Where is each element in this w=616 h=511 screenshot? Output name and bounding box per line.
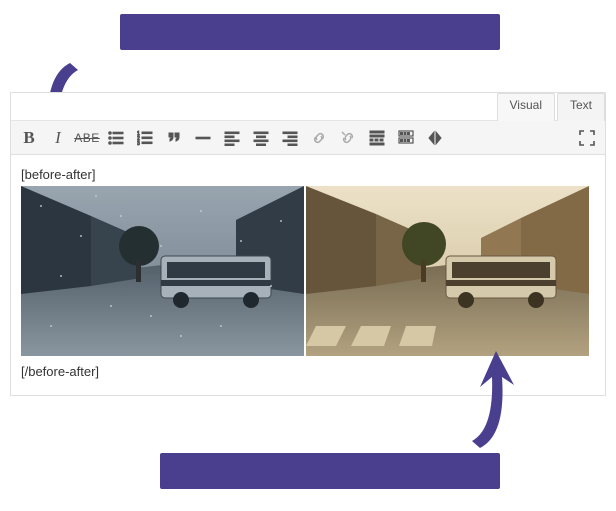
align-right-icon [282, 130, 298, 146]
svg-text:3: 3 [137, 141, 140, 146]
italic-button[interactable]: I [44, 124, 72, 152]
strikethrough-button[interactable]: ABE [73, 124, 101, 152]
insert-more-icon [369, 130, 385, 146]
bold-button[interactable]: B [15, 124, 43, 152]
bullet-list-button[interactable] [102, 124, 130, 152]
insert-more-button[interactable] [363, 124, 391, 152]
horizontal-rule-icon [195, 130, 211, 146]
after-image[interactable] [306, 186, 589, 356]
bullet-list-icon [108, 130, 124, 146]
fullscreen-icon [579, 130, 595, 146]
link-icon [311, 130, 327, 146]
align-center-icon [253, 130, 269, 146]
unlink-icon [340, 130, 356, 146]
numbered-list-icon: 123 [137, 130, 153, 146]
align-right-button[interactable] [276, 124, 304, 152]
link-button[interactable] [305, 124, 333, 152]
callout-bottom [160, 453, 500, 489]
numbered-list-button[interactable]: 123 [131, 124, 159, 152]
image-row [21, 186, 595, 356]
before-after-button[interactable] [421, 124, 449, 152]
callout-top [120, 14, 500, 50]
strikethrough-icon: ABE [74, 131, 100, 145]
before-after-icon [427, 130, 443, 146]
editor-toolbar: B I ABE 123 [11, 121, 605, 155]
shortcode-open: [before-after] [21, 167, 595, 182]
unlink-button[interactable] [334, 124, 362, 152]
toolbar-toggle-icon [398, 130, 414, 146]
quote-icon [166, 130, 182, 146]
align-center-button[interactable] [247, 124, 275, 152]
blockquote-button[interactable] [160, 124, 188, 152]
arrow-bottom [450, 343, 520, 453]
italic-icon: I [55, 128, 61, 148]
editor-tabs: Visual Text [11, 93, 605, 121]
toolbar-toggle-button[interactable] [392, 124, 420, 152]
align-left-button[interactable] [218, 124, 246, 152]
align-left-icon [224, 130, 240, 146]
tab-text[interactable]: Text [557, 93, 605, 121]
bold-icon: B [23, 128, 34, 148]
before-image[interactable] [21, 186, 304, 356]
fullscreen-button[interactable] [573, 124, 601, 152]
tab-visual[interactable]: Visual [497, 93, 555, 121]
horizontal-rule-button[interactable] [189, 124, 217, 152]
